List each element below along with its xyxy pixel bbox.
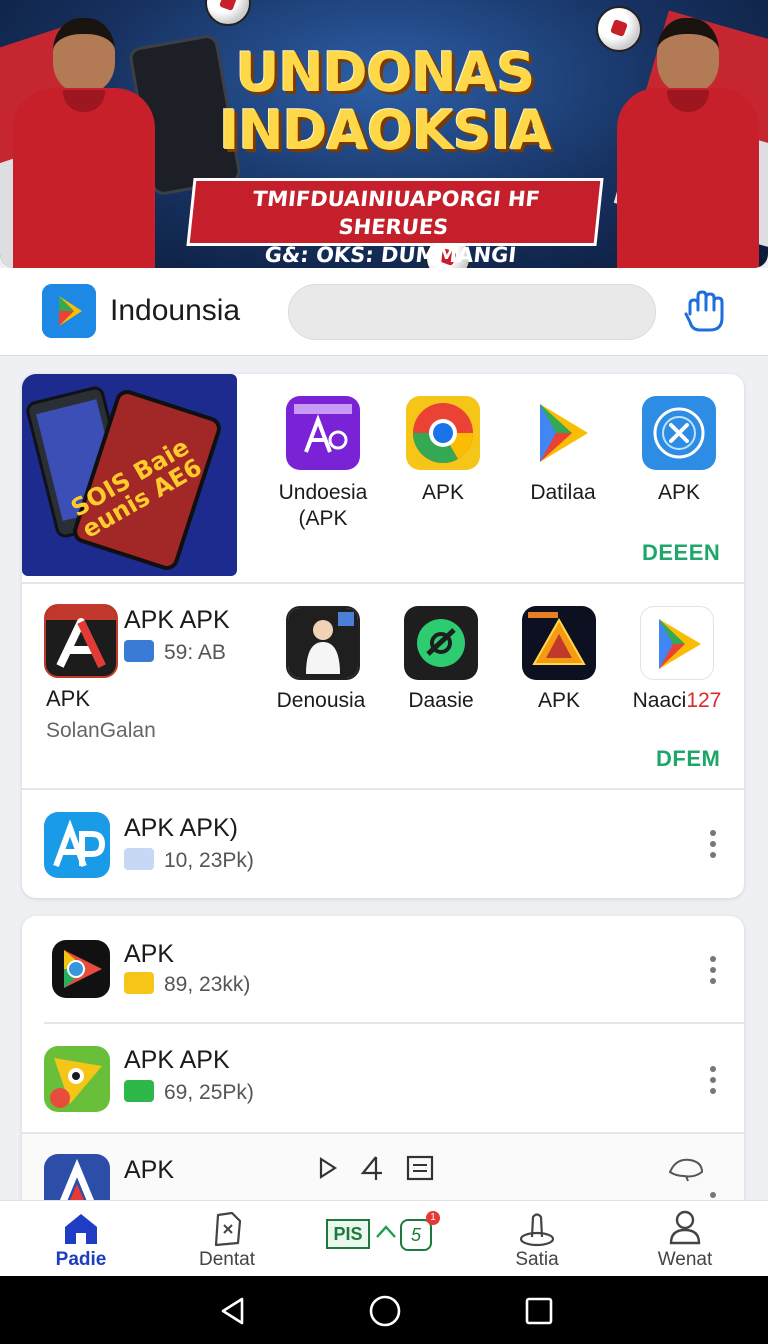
promo-thumbnail[interactable]: SOIS Baie eunis AE6 <box>22 374 237 576</box>
app-label: Daasie <box>408 689 474 712</box>
rating-badge-icon <box>124 1080 154 1102</box>
banner-title: UNDONAS INDAOKSIA <box>150 44 620 160</box>
app-logo-icon[interactable] <box>42 284 96 338</box>
app-label: APK <box>657 481 701 504</box>
nav-item-center[interactable]: PIS 5 1 <box>316 1207 446 1273</box>
banner-subtitle-line2: G&: OKS: DUMMANGI ISIMODONIG! <box>263 243 518 267</box>
player-left-image <box>8 18 158 268</box>
app-meta: 89, 23kk) <box>124 972 250 997</box>
badge-app-icon: 5 <box>400 1219 432 1251</box>
home-icon <box>62 1211 100 1245</box>
app-meta-text: 10, 23Pk) <box>164 849 254 872</box>
nav-item-home[interactable]: Padie <box>26 1207 136 1273</box>
system-navigation-bar <box>0 1276 768 1344</box>
play-store-icon[interactable] <box>640 606 714 680</box>
apk-blue-icon <box>44 812 110 878</box>
divider <box>22 582 744 584</box>
app-title: APK <box>124 1156 175 1184</box>
user-icon <box>668 1209 702 1245</box>
apk-a-icon[interactable] <box>44 604 118 678</box>
player-right-image <box>612 18 762 268</box>
joystick-icon <box>518 1209 556 1247</box>
banner-subtitle-line1: TMIFDUAINIUAPORGI HF SHERUES <box>251 187 542 239</box>
rating-badge-icon <box>124 640 154 662</box>
bottom-navigation: Padie Dentat PIS 5 1 Satia Wenat <box>0 1200 768 1276</box>
hand-gesture-icon[interactable] <box>680 290 728 334</box>
x-circle-icon[interactable] <box>642 396 716 470</box>
promo-banner[interactable]: UNDONAS INDAOKSIA TMIFDUAINIUAPORGI HF S… <box>0 0 768 268</box>
see-more-link[interactable]: DEEEN <box>642 540 720 566</box>
app-meta-text: 69, 25Pk) <box>164 1081 254 1104</box>
list-item[interactable]: APK APK) 10, 23Pk) <box>22 790 744 898</box>
search-input[interactable] <box>288 284 656 340</box>
app-meta-text: 89, 23kk) <box>164 973 251 996</box>
app-meta-text: 59: AB <box>164 641 226 664</box>
developer-name: SolanGalan <box>46 719 156 742</box>
nav-label: Padie <box>55 1249 107 1270</box>
nav-item-profile[interactable]: Wenat <box>630 1207 740 1273</box>
more-options-icon[interactable] <box>708 1066 718 1096</box>
number-four-icon[interactable] <box>360 1154 386 1182</box>
play-store-icon[interactable] <box>526 396 600 470</box>
app-label: Denousia <box>276 689 366 712</box>
app-title: APK APK <box>124 606 230 634</box>
more-options-icon[interactable] <box>708 956 718 986</box>
nav-item-games[interactable]: Satia <box>482 1207 592 1273</box>
nav-label: Wenat <box>657 1249 713 1270</box>
app-list-card: APK 89, 23kk) APK APK 69, 25Pk) APK <box>22 916 744 1216</box>
app-label-text: Naaci <box>632 689 687 712</box>
app-title: Indounsia <box>110 294 241 327</box>
banner-title-line1: UNDONAS <box>235 41 536 104</box>
banner-subtitle: TMIFDUAINIUAPORGI HF SHERUES G&: OKS: DU… <box>186 178 604 267</box>
chevron-up-icon <box>374 1221 398 1243</box>
play-outline-icon[interactable] <box>318 1156 338 1180</box>
list-item[interactable]: APK APK 69, 25Pk) <box>22 1024 744 1132</box>
more-options-icon[interactable] <box>708 830 718 860</box>
pis-icon: PIS <box>326 1219 370 1249</box>
person-icon[interactable] <box>286 606 360 680</box>
list-item[interactable]: APK 89, 23kk) <box>22 916 744 1022</box>
app-meta: 69, 25Pk) <box>124 1080 254 1105</box>
notification-badge: 1 <box>426 1211 440 1225</box>
app-label: APK <box>421 481 465 504</box>
app-title: APK APK) <box>124 814 238 842</box>
featured-apps-card: SOIS Baie eunis AE6 Undoesia (APK APK Da… <box>22 374 744 898</box>
home-circle-icon[interactable] <box>368 1294 402 1328</box>
app-title: APK APK <box>124 1046 230 1074</box>
app-label: Naaci127 <box>622 688 732 714</box>
nav-label: Satia <box>515 1249 559 1270</box>
app-meta: 10, 23Pk) <box>124 848 254 873</box>
app-name: APK <box>46 686 91 711</box>
app-label-text: Undoesia (APK <box>278 481 368 530</box>
nav-item-documents[interactable]: Dentat <box>172 1207 282 1273</box>
document-icon <box>210 1211 244 1247</box>
app-title: APK <box>124 940 175 968</box>
rating-badge-icon <box>124 848 154 870</box>
banner-title-line2: INDAOKSIA <box>219 99 551 162</box>
app-label: Datilaa <box>530 481 596 504</box>
app-label: Undoesia (APK <box>268 480 378 532</box>
recents-icon[interactable] <box>524 1296 554 1326</box>
list-document-icon[interactable] <box>406 1154 434 1182</box>
app-label: APK <box>537 689 581 712</box>
top-app-bar: Indounsia <box>0 268 768 356</box>
soccer-ball-icon <box>205 0 251 26</box>
hat-icon[interactable] <box>666 1154 706 1182</box>
green-circle-icon[interactable] <box>404 606 478 680</box>
chrome-icon[interactable] <box>406 396 480 470</box>
triangle-icon[interactable] <box>522 606 596 680</box>
rating-badge-icon <box>124 972 154 994</box>
back-icon[interactable] <box>218 1296 248 1326</box>
see-more-link[interactable]: DFEM <box>656 746 720 772</box>
apk-purple-icon[interactable] <box>286 396 360 470</box>
nav-label: Dentat <box>199 1249 255 1270</box>
eye-triangle-icon <box>44 1046 110 1112</box>
play-video-icon <box>52 940 110 998</box>
app-label-highlight: 127 <box>686 689 722 712</box>
app-meta: 59: AB <box>124 640 226 665</box>
